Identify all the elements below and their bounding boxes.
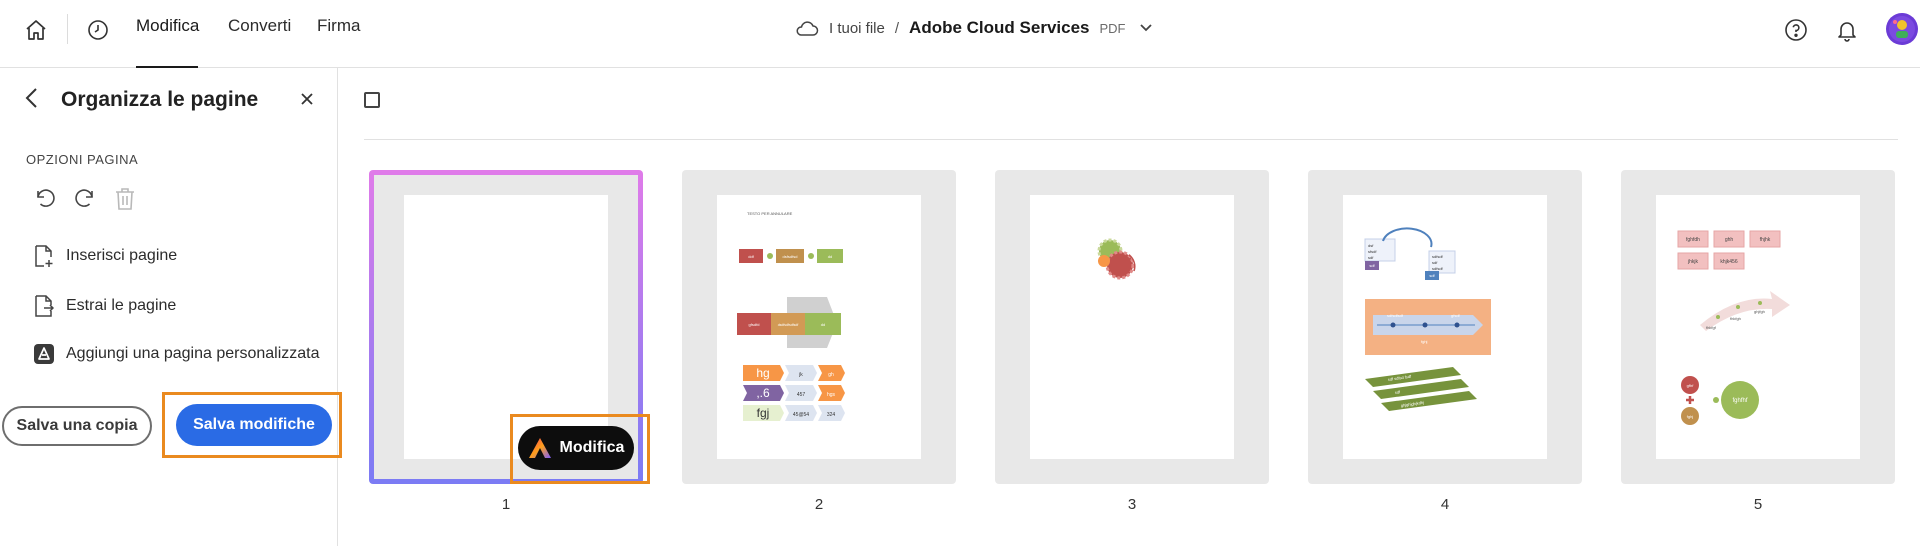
p2-row1-a: ddf — [748, 254, 754, 259]
page-number-4: 4 — [1440, 496, 1450, 513]
page-thumbnail-5[interactable]: fghfdh ghh fhjhk jhkjk khjk456 fhkfgf fh… — [1621, 170, 1895, 484]
p5-arrow-label-1: fhkfgf — [1706, 325, 1717, 330]
p2-cell-2-2: 457 — [797, 392, 806, 398]
add-custom-page-option[interactable]: Aggiungi una pagina personalizzata — [34, 344, 320, 364]
main-divider — [364, 139, 1898, 140]
edit-page-label: Modifica — [559, 439, 625, 456]
organize-pages-panel: Organizza le pagine OPZIONI PAGINA Inser… — [0, 68, 342, 546]
p4-box1: sdf — [1369, 263, 1375, 268]
p4-list2-c: sdfsdf — [1432, 266, 1444, 271]
home-icon[interactable] — [22, 16, 50, 44]
notifications-bell-icon[interactable] — [1833, 16, 1861, 44]
p5-tag-3: fhjhk — [1760, 237, 1771, 243]
p2-cell-1-3: gh — [828, 372, 834, 378]
p4-list2-b: sdf — [1432, 260, 1438, 265]
p4-list1-c: sdf — [1368, 255, 1374, 260]
p2-row2-b: dsdfsdfsdfsdf — [778, 323, 799, 327]
document-name[interactable]: Adobe Cloud Services — [909, 18, 1089, 38]
p2-row2-c: dd — [821, 322, 825, 327]
page-number-2: 2 — [814, 496, 824, 513]
edit-page-button[interactable]: Modifica — [518, 426, 634, 470]
tab-modifica[interactable]: Modifica — [136, 16, 199, 36]
p4-list1-b: sfsdf — [1368, 249, 1377, 254]
adobe-express-icon — [34, 344, 54, 364]
p5-tag-4: jhkjk — [1687, 259, 1699, 265]
p2-cell-3-1: fgj — [757, 406, 770, 420]
trash-icon[interactable] — [112, 186, 138, 212]
tab-converti[interactable]: Converti — [228, 16, 291, 36]
page-thumbnail-3[interactable] — [995, 170, 1269, 484]
page-number-1: 1 — [501, 496, 511, 513]
page-sheet-3 — [1030, 195, 1234, 459]
page-number-3: 3 — [1127, 496, 1137, 513]
page-thumbnail-4[interactable]: dsf sfsdf sdf sdf sdfsdf sdf sdfsdf sdf … — [1308, 170, 1582, 484]
p5-tag-5: khjk456 — [1720, 259, 1737, 265]
back-arrow-icon[interactable] — [20, 86, 44, 110]
p2-cell-1-2: jk — [798, 372, 803, 378]
close-icon[interactable] — [296, 88, 318, 110]
panel-title: Organizza le pagine — [61, 88, 259, 111]
p2-row1-b: dsfsdfsd — [783, 254, 798, 259]
p2-row2-a: gfsdfd — [749, 322, 760, 327]
p2-cell-2-1: ,.6 — [756, 386, 770, 400]
p2-row1-c: dd — [828, 254, 832, 259]
save-changes-button[interactable]: Salva modifiche — [176, 404, 332, 446]
p4-list2-a: sdfsdf — [1432, 254, 1444, 259]
insert-pages-option[interactable]: Inserisci pagine — [34, 244, 177, 268]
extract-pages-label: Estrai le pagine — [66, 297, 177, 314]
p5-tag-1: fghfdh — [1686, 237, 1700, 243]
p2-cell-2-3: hgs — [827, 392, 836, 398]
insert-pages-label: Inserisci pagine — [66, 247, 178, 264]
p4-timeline-a: sdfsdfsdf — [1387, 313, 1404, 318]
p4-list1-a: dsf — [1368, 243, 1374, 248]
page-sheet-5: fghfdh ghh fhjhk jhkjk khjk456 fhkfgf fh… — [1656, 195, 1860, 459]
p2-heading: TESTO PER ANNULARE — [747, 211, 793, 216]
cloud-icon — [795, 19, 819, 37]
p2-cell-3-2: 45@54 — [793, 412, 809, 418]
gears-graphic — [1097, 238, 1136, 280]
page-number-5: 5 — [1753, 496, 1763, 513]
adobe-express-logo-icon — [528, 437, 552, 459]
page-thumbnail-2[interactable]: TESTO PER ANNULARE ddf dsfsdfsd dd gfsdf… — [682, 170, 956, 484]
p5-circle-2: fghj — [1687, 414, 1694, 419]
redo-icon[interactable] — [72, 186, 98, 212]
top-bar: Modifica Converti Firma I tuoi file / Ad… — [0, 0, 1920, 68]
page-sheet-4: dsf sfsdf sdf sdf sdfsdf sdf sdfsdf sdf … — [1343, 195, 1547, 459]
p5-arrow-label-3: ghjfgh — [1754, 309, 1765, 314]
p4-box2: sdf — [1429, 273, 1435, 278]
extract-page-icon — [34, 294, 54, 318]
help-icon[interactable] — [1782, 16, 1810, 44]
breadcrumb-separator: / — [894, 19, 900, 37]
page-sheet-2: TESTO PER ANNULARE ddf dsfsdfsd dd gfsdf… — [717, 195, 921, 459]
save-copy-button[interactable]: Salva una copia — [2, 406, 152, 446]
p2-cell-1-1: hg — [756, 366, 769, 380]
p5-tag-2: ghh — [1725, 237, 1734, 243]
breadcrumb-files-link[interactable]: I tuoi file — [829, 20, 885, 37]
breadcrumb: I tuoi file / Adobe Cloud Services PDF — [795, 18, 1153, 38]
p4-timeline-sub: fghj — [1421, 339, 1428, 344]
section-label: OPZIONI PAGINA — [26, 152, 139, 167]
topbar-separator — [67, 14, 68, 44]
add-custom-page-label: Aggiungi una pagina personalizzata — [66, 345, 320, 362]
p2-cell-3-3: 324 — [827, 412, 836, 418]
p5-arrow-label-2: fhkfgh — [1730, 316, 1741, 321]
user-avatar[interactable] — [1886, 13, 1918, 45]
chevron-down-icon[interactable] — [1139, 23, 1153, 33]
p5-circle-big: fghfhf — [1732, 398, 1747, 404]
file-type-badge: PDF — [1099, 20, 1126, 36]
p4-timeline-b: gfsdf — [1451, 313, 1461, 318]
tab-firma[interactable]: Firma — [317, 16, 360, 36]
select-all-checkbox[interactable] — [364, 92, 380, 108]
undo-icon[interactable] — [32, 186, 58, 212]
recent-history-icon[interactable] — [84, 16, 112, 44]
extract-pages-option[interactable]: Estrai le pagine — [34, 294, 176, 318]
p5-circle-1: gfhf — [1687, 383, 1695, 388]
insert-page-icon — [34, 244, 54, 268]
